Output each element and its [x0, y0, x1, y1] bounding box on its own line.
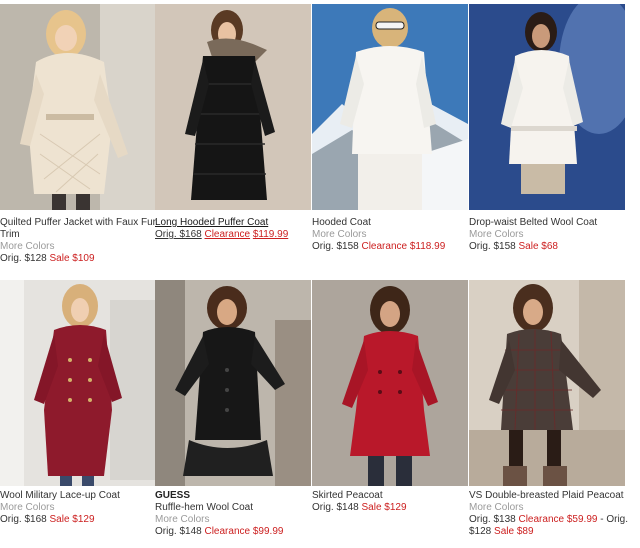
price-line: Orig. $148 Sale $129	[312, 502, 472, 514]
photo-art	[469, 4, 625, 210]
product-info: Long Hooded Puffer Coat Orig. $168 Clear…	[155, 217, 315, 241]
product-info: GUESS Ruffle-hem Wool Coat More Colors O…	[155, 490, 315, 538]
sale-price: $89	[516, 526, 534, 537]
product-photo[interactable]	[312, 280, 468, 486]
price-line: Orig. $168 Sale $129	[0, 514, 160, 526]
second-original-label: - Orig.	[600, 514, 629, 525]
product-photo[interactable]	[155, 4, 311, 210]
product-photo[interactable]	[469, 280, 625, 486]
product-name[interactable]: VS Double-breasted Plaid Peacoat	[469, 490, 629, 502]
product-name[interactable]: Wool Military Lace-up Coat	[0, 490, 160, 502]
clearance-label: Clearance	[204, 229, 251, 240]
sale-label: Sale	[49, 253, 70, 264]
more-colors-link[interactable]: More Colors	[0, 241, 160, 253]
sale-price: $109	[72, 253, 95, 264]
product-name[interactable]: Drop-waist Belted Wool Coat	[469, 217, 629, 229]
product-name[interactable]: Hooded Coat	[312, 217, 472, 229]
clearance-label: Clearance	[204, 526, 251, 537]
price-line: Orig. $168 Clearance $119.99	[155, 229, 315, 241]
more-colors-link[interactable]: More Colors	[469, 502, 629, 514]
product-photo[interactable]	[155, 280, 311, 486]
sale-label: Sale	[494, 526, 515, 537]
product-info: Hooded Coat More Colors Orig. $158 Clear…	[312, 217, 472, 253]
price-line-2: $128 Sale $89	[469, 526, 629, 538]
original-price: Orig. $138	[469, 514, 516, 525]
clearance-label: Clearance	[361, 241, 408, 252]
price-line: Orig. $158 Sale $68	[469, 241, 629, 253]
clearance-label: Clearance	[518, 514, 565, 525]
product-photo[interactable]	[312, 4, 468, 210]
price-line: Orig. $148 Clearance $99.99	[155, 526, 315, 538]
product-info: Wool Military Lace-up Coat More Colors O…	[0, 490, 160, 526]
more-colors-link[interactable]: More Colors	[469, 229, 629, 241]
product-name[interactable]: Quilted Puffer Jacket with Faux Fur Trim	[0, 217, 160, 241]
photo-art	[0, 4, 156, 210]
clearance-price: $119.99	[252, 229, 289, 240]
product-photo[interactable]	[0, 4, 156, 210]
original-price: Orig. $148	[155, 526, 202, 537]
price-line: Orig. $158 Clearance $118.99	[312, 241, 472, 253]
more-colors-link[interactable]: More Colors	[312, 229, 472, 241]
second-original-price: $128	[469, 526, 492, 537]
price-line: Orig. $138 Clearance $59.99 - Orig.	[469, 514, 629, 526]
product-photo[interactable]	[469, 4, 625, 210]
clearance-price: $118.99	[409, 241, 446, 252]
product-info: Drop-waist Belted Wool Coat More Colors …	[469, 217, 629, 253]
original-price: Orig. $128	[0, 253, 47, 264]
more-colors-link[interactable]: More Colors	[0, 502, 160, 514]
original-price: Orig. $168	[155, 229, 202, 240]
product-info: VS Double-breasted Plaid Peacoat More Co…	[469, 490, 629, 538]
brand-label: GUESS	[155, 490, 191, 501]
sale-label: Sale	[361, 502, 382, 513]
original-price: Orig. $158	[312, 241, 359, 252]
sale-label: Sale	[49, 514, 70, 525]
clearance-price: $59.99	[566, 514, 598, 525]
photo-art	[155, 280, 311, 486]
price-line: Orig. $128 Sale $109	[0, 253, 160, 265]
sale-label: Sale	[518, 241, 539, 252]
sale-price: $129	[384, 502, 407, 513]
sale-price: $129	[72, 514, 95, 525]
product-photo[interactable]	[0, 280, 156, 486]
product-name[interactable]: Ruffle-hem Wool Coat	[155, 502, 315, 514]
photo-art	[0, 280, 156, 486]
original-price: Orig. $158	[469, 241, 516, 252]
photo-art	[312, 4, 468, 210]
product-name[interactable]: Long Hooded Puffer Coat	[155, 217, 315, 229]
product-info: Skirted Peacoat Orig. $148 Sale $129	[312, 490, 472, 514]
photo-art	[312, 280, 468, 486]
more-colors-link[interactable]: More Colors	[155, 514, 315, 526]
photo-art	[155, 4, 311, 210]
clearance-price: $99.99	[252, 526, 284, 537]
photo-art	[469, 280, 625, 486]
product-info: Quilted Puffer Jacket with Faux Fur Trim…	[0, 217, 160, 265]
original-price: Orig. $148	[312, 502, 359, 513]
product-name[interactable]: Skirted Peacoat	[312, 490, 472, 502]
original-price: Orig. $168	[0, 514, 47, 525]
sale-price: $68	[541, 241, 558, 252]
